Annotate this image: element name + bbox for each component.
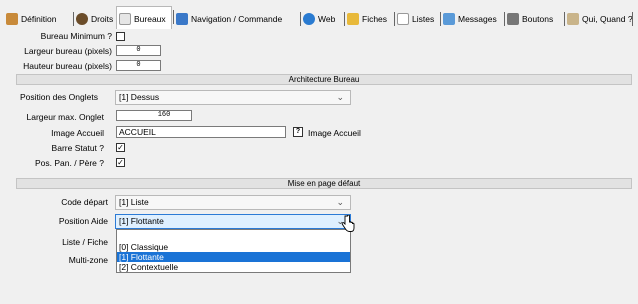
user-rights-icon — [76, 12, 88, 25]
bureau-minimum-checkbox[interactable] — [116, 32, 125, 41]
tab-label: Navigation / Commande — [191, 13, 283, 24]
tab-boutons[interactable]: Boutons — [505, 9, 565, 28]
section-architecture-bureau: Architecture Bureau — [16, 74, 632, 85]
tab-label: Droits — [91, 13, 114, 24]
tab-label: Fiches — [362, 13, 388, 24]
tab-label: Listes — [412, 13, 435, 24]
tab-label: Messages — [458, 13, 497, 24]
largeur-onglet-label: Largeur max. Onglet — [26, 112, 104, 122]
tab-definition[interactable]: Définition — [4, 9, 74, 28]
image-accueil-label: Image Accueil — [51, 128, 104, 138]
tab-bar: Définition Droits Bureaux Navigation / C… — [2, 6, 633, 30]
tab-web[interactable]: Web — [301, 9, 345, 28]
tab-label: Qui, Quand ? — [582, 13, 633, 24]
image-accueil-input[interactable]: ACCUEIL — [116, 126, 286, 138]
tab-fiches[interactable]: Fiches — [345, 9, 395, 28]
image-accueil-help-button[interactable]: ? — [293, 127, 303, 137]
definition-icon — [6, 12, 18, 25]
position-aide-value: [1] Flottante — [119, 216, 164, 226]
tab-qui-quand[interactable]: Qui, Quand ? — [565, 9, 633, 28]
multizone-label: Multi-zone — [68, 255, 108, 265]
chevron-down-icon: ⌄ — [336, 92, 344, 102]
tab-label: Définition — [21, 13, 57, 24]
position-aide-dropdown: [0] Classique [1] Flottante [2] Contextu… — [116, 229, 351, 273]
hauteur-bureau-label: Hauteur bureau (pixels) — [23, 61, 112, 71]
option-flottante[interactable]: [1] Flottante — [117, 252, 350, 262]
bureaux-panel: Bureau Minimum ? Largeur bureau (pixels)… — [2, 29, 632, 301]
folder-icon — [119, 12, 131, 25]
barre-statut-label: Barre Statut ? — [51, 143, 104, 153]
section-mise-en-page: Mise en page défaut — [16, 178, 632, 189]
option-contextuelle[interactable]: [2] Contextuelle — [117, 262, 350, 272]
largeur-bureau-label: Largeur bureau (pixels) — [24, 46, 112, 56]
bureau-minimum-label: Bureau Minimum ? — [40, 31, 112, 41]
barre-statut-checkbox[interactable]: ✓ — [116, 143, 125, 152]
position-aide-select[interactable]: [1] Flottante ⌄ — [115, 214, 351, 229]
option-classique[interactable]: [0] Classique — [117, 242, 350, 252]
position-onglets-value: [1] Dessus — [119, 92, 160, 102]
tab-label: Boutons — [522, 13, 554, 24]
tab-droits[interactable]: Droits — [74, 9, 118, 28]
fiche-icon — [347, 12, 359, 25]
list-icon — [397, 12, 409, 25]
largeur-bureau-input[interactable]: 0 — [116, 45, 161, 56]
code-depart-value: [1] Liste — [119, 197, 149, 207]
tab-listes[interactable]: Listes — [395, 9, 441, 28]
hand-cursor-icon — [341, 215, 355, 232]
pos-pan-label: Pos. Pan. / Père ? — [35, 158, 104, 168]
liste-fiche-label: Liste / Fiche — [62, 237, 108, 247]
tab-label: Web — [318, 13, 336, 24]
image-accueil-link[interactable]: Image Accueil — [308, 128, 361, 138]
who-when-icon — [567, 12, 579, 25]
tab-label: Bureaux — [134, 13, 166, 24]
position-onglets-label: Position des Onglets — [20, 92, 98, 102]
position-onglets-select[interactable]: [1] Dessus ⌄ — [115, 90, 351, 105]
messages-icon — [443, 12, 455, 25]
largeur-onglet-input[interactable]: 160 — [116, 110, 192, 121]
hauteur-bureau-input[interactable]: 0 — [116, 60, 161, 71]
tab-messages[interactable]: Messages — [441, 9, 505, 28]
pos-pan-checkbox[interactable]: ✓ — [116, 158, 125, 167]
code-depart-select[interactable]: [1] Liste ⌄ — [115, 195, 351, 210]
chevron-down-icon: ⌄ — [336, 197, 344, 207]
buttons-icon — [507, 12, 519, 25]
tab-bureaux[interactable]: Bureaux — [116, 6, 174, 30]
globe-icon — [303, 12, 315, 25]
tab-navigation[interactable]: Navigation / Commande — [174, 9, 301, 28]
navigation-icon — [176, 12, 188, 25]
code-depart-label: Code départ — [61, 197, 108, 207]
position-aide-label: Position Aide — [58, 216, 108, 226]
